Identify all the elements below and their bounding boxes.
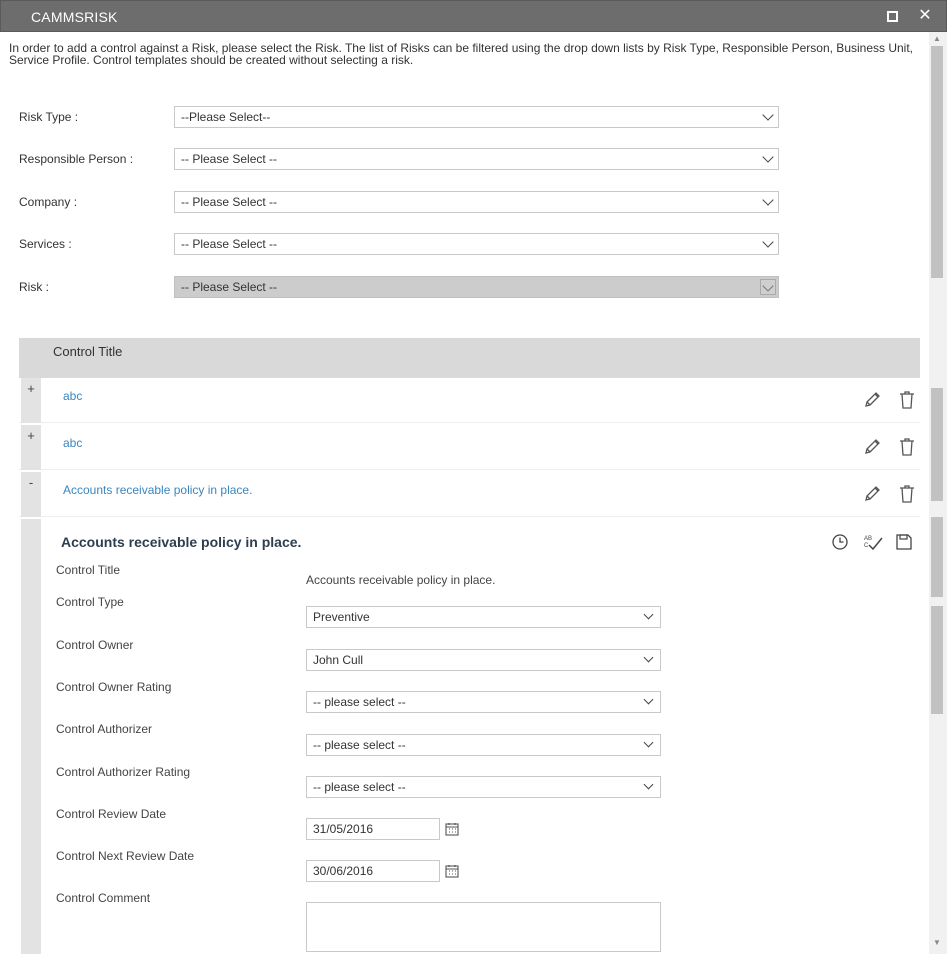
expand-row-button[interactable]: + [21, 378, 41, 423]
scroll-up-icon[interactable]: ▲ [933, 34, 941, 43]
control-comment-textarea[interactable] [306, 902, 661, 952]
window-titlebar: CAMMSRISK ✕ [0, 0, 947, 32]
responsible-person-select[interactable]: -- Please Select -- [174, 148, 779, 170]
maximize-icon[interactable] [887, 11, 898, 22]
chevron-down-icon [762, 194, 774, 206]
scrollbar-segment [931, 388, 943, 501]
detail-left-bar [21, 519, 41, 954]
company-select[interactable]: -- Please Select -- [174, 191, 779, 213]
responsible-person-value: -- Please Select -- [181, 152, 278, 166]
control-authorizer-rating-value: -- please select -- [313, 780, 406, 794]
risk-select[interactable]: -- Please Select -- [174, 276, 779, 298]
control-owner-value: John Cull [313, 653, 364, 667]
control-title-link[interactable]: abc [63, 436, 82, 450]
control-title-label: Control Title [56, 563, 121, 577]
services-value: -- Please Select -- [181, 237, 278, 251]
pencil-icon[interactable] [863, 438, 881, 456]
scrollbar-segment [931, 606, 943, 714]
scrollbar-thumb[interactable] [931, 46, 943, 278]
chevron-down-icon [643, 737, 654, 748]
control-review-date-input[interactable]: 31/05/2016 [306, 818, 440, 840]
control-review-date-label: Control Review Date [56, 807, 167, 821]
chevron-down-icon [762, 151, 774, 163]
control-comment-label: Control Comment [56, 891, 151, 905]
chevron-down-icon [643, 609, 654, 620]
svg-text:AB: AB [864, 536, 872, 542]
control-type-select[interactable]: Preventive [306, 606, 661, 628]
calendar-icon[interactable] [445, 864, 459, 878]
trash-icon[interactable] [899, 437, 915, 456]
clock-icon[interactable] [831, 533, 849, 551]
collapse-row-button[interactable]: - [21, 472, 41, 517]
table-row: + abc [19, 425, 920, 470]
column-header-control-title[interactable]: Control Title [53, 344, 122, 359]
trash-icon[interactable] [899, 484, 915, 503]
intro-text: In order to add a control against a Risk… [9, 41, 914, 67]
control-authorizer-select[interactable]: -- please select -- [306, 734, 661, 756]
window-title: CAMMSRISK [31, 9, 118, 25]
svg-text:C: C [864, 543, 869, 549]
company-label: Company : [19, 195, 78, 209]
risk-type-select[interactable]: --Please Select-- [174, 106, 779, 128]
control-type-label: Control Type [56, 595, 124, 609]
risk-value: -- Please Select -- [181, 280, 278, 294]
vertical-scrollbar[interactable]: ▲ ▼ [929, 32, 947, 954]
risk-type-value: --Please Select-- [181, 110, 271, 124]
services-label: Services : [19, 237, 72, 251]
chevron-down-icon [643, 652, 654, 663]
save-icon[interactable] [895, 533, 913, 551]
control-owner-rating-select[interactable]: -- please select -- [306, 691, 661, 713]
control-title-value: Accounts receivable policy in place. [306, 573, 496, 587]
spellcheck-icon[interactable]: ABC [863, 533, 883, 551]
control-authorizer-rating-select[interactable]: -- please select -- [306, 776, 661, 798]
company-value: -- Please Select -- [181, 195, 278, 209]
services-select[interactable]: -- Please Select -- [174, 233, 779, 255]
grid-header: Control Title [19, 338, 920, 378]
scroll-down-icon[interactable]: ▼ [933, 938, 941, 947]
detail-heading: Accounts receivable policy in place. [61, 534, 302, 550]
table-row: - Accounts receivable policy in place. [19, 472, 920, 517]
control-title-link[interactable]: Accounts receivable policy in place. [63, 483, 252, 497]
pencil-icon[interactable] [863, 391, 881, 409]
control-detail-panel: Accounts receivable policy in place. AB C… [19, 519, 920, 954]
control-owner-rating-label: Control Owner Rating [56, 680, 172, 694]
trash-icon[interactable] [899, 390, 915, 409]
control-next-review-date-input[interactable]: 30/06/2016 [306, 860, 440, 882]
control-next-review-date-label: Control Next Review Date [56, 849, 195, 863]
control-owner-label: Control Owner [56, 638, 134, 652]
pencil-icon[interactable] [863, 485, 881, 503]
table-row: + abc [19, 378, 920, 423]
control-title-link[interactable]: abc [63, 389, 82, 403]
control-authorizer-rating-label: Control Authorizer Rating [56, 765, 191, 779]
expand-row-button[interactable]: + [21, 425, 41, 470]
risk-label: Risk : [19, 280, 49, 294]
chevron-down-icon [762, 236, 774, 248]
responsible-person-label: Responsible Person : [19, 152, 134, 166]
control-type-value: Preventive [313, 610, 370, 624]
close-icon[interactable]: ✕ [917, 7, 933, 25]
control-authorizer-label: Control Authorizer [56, 722, 153, 736]
risk-type-label: Risk Type : [19, 110, 79, 124]
control-owner-select[interactable]: John Cull [306, 649, 661, 671]
chevron-down-icon [762, 109, 774, 121]
chevron-down-icon [643, 779, 654, 790]
scrollbar-segment [931, 517, 943, 597]
chevron-down-icon [643, 694, 654, 705]
chevron-down-icon [762, 280, 774, 292]
control-owner-rating-value: -- please select -- [313, 695, 406, 709]
control-authorizer-value: -- please select -- [313, 738, 406, 752]
calendar-icon[interactable] [445, 822, 459, 836]
